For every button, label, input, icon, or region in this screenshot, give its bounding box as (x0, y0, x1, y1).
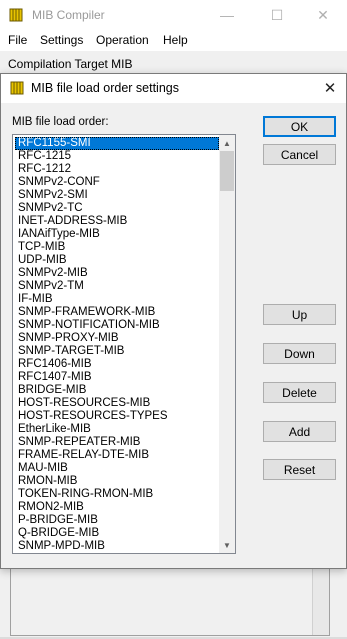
chevron-up-icon: ▲ (223, 138, 231, 148)
cancel-button[interactable]: Cancel (263, 144, 336, 165)
list-item[interactable]: UDP-MIB (15, 254, 219, 267)
down-button[interactable]: Down (263, 343, 336, 364)
reset-button[interactable]: Reset (263, 459, 336, 480)
app-icon (9, 8, 23, 22)
scroll-down-button[interactable]: ▼ (219, 537, 235, 553)
list-item[interactable]: SNMP-PROXY-MIB (15, 332, 219, 345)
list-item[interactable]: RMON-MIB (15, 475, 219, 488)
menu-settings[interactable]: Settings (40, 33, 83, 47)
dialog-title-bar: MIB file load order settings ✕ (1, 74, 346, 103)
list-item[interactable]: SNMP-MPD-MIB (15, 540, 219, 553)
scroll-thumb[interactable] (220, 151, 234, 191)
list-item[interactable]: SNMP-TARGET-MIB (15, 345, 219, 358)
list-item[interactable]: RFC1406-MIB (15, 358, 219, 371)
menu-operation[interactable]: Operation (96, 33, 149, 47)
list-label: MIB file load order: (12, 116, 109, 128)
chevron-down-icon: ▼ (223, 540, 231, 550)
mib-load-order-list[interactable]: RFC1155-SMI RFC-1215 RFC-1212 SNMPv2-CONF SN… (12, 134, 236, 554)
main-title-bar: MIB Compiler — ☐ ✕ (0, 0, 347, 30)
list-item[interactable]: SNMPv2-TC (15, 202, 219, 215)
list-item[interactable]: SNMP-NOTIFICATION-MIB (15, 319, 219, 332)
close-window-button[interactable]: ✕ (303, 3, 343, 27)
window-title: MIB Compiler (32, 8, 105, 22)
menu-bar: File Settings Operation Help (0, 30, 347, 51)
ok-button[interactable]: OK (263, 116, 336, 137)
dialog-icon (10, 81, 24, 95)
list-item[interactable]: P-BRIDGE-MIB (15, 514, 219, 527)
target-panel-scrollbar[interactable] (312, 567, 329, 635)
scroll-up-button[interactable]: ▲ (219, 135, 235, 151)
compilation-target-label: Compilation Target MIB (8, 57, 133, 71)
maximize-button[interactable]: ☐ (257, 3, 297, 27)
list-item[interactable]: SNMPv2-MIB (15, 267, 219, 280)
dialog-title: MIB file load order settings (31, 81, 179, 95)
menu-file[interactable]: File (8, 33, 27, 47)
list-item[interactable]: Q-BRIDGE-MIB (15, 527, 219, 540)
minimize-icon: — (220, 7, 234, 23)
list-item[interactable]: RMON2-MIB (15, 501, 219, 514)
list-item[interactable]: SNMPv2-SMI (15, 189, 219, 202)
close-icon: ✕ (317, 6, 329, 23)
target-mib-panel (10, 567, 330, 636)
list-item[interactable]: IF-MIB (15, 293, 219, 306)
up-button[interactable]: Up (263, 304, 336, 325)
list-item[interactable]: BRIDGE-MIB (15, 384, 219, 397)
add-button[interactable]: Add (263, 421, 336, 442)
close-icon: ✕ (323, 80, 337, 97)
list-item[interactable]: IANAifType-MIB (15, 228, 219, 241)
maximize-icon: ☐ (270, 6, 284, 23)
list-item[interactable]: HOST-RESOURCES-TYPES (15, 410, 219, 423)
list-item[interactable]: SNMP-FRAMEWORK-MIB (15, 306, 219, 319)
dialog-close-button[interactable]: ✕ (318, 77, 342, 99)
list-item[interactable]: MAU-MIB (15, 462, 219, 475)
minimize-button[interactable]: — (207, 3, 247, 27)
list-item[interactable]: SNMPv2-TM (15, 280, 219, 293)
list-item[interactable]: FRAME-RELAY-DTE-MIB (15, 449, 219, 462)
list-item[interactable]: RFC-1212 (15, 163, 219, 176)
list-scrollbar[interactable]: ▲ ▼ (219, 135, 235, 553)
list-item[interactable]: TOKEN-RING-RMON-MIB (15, 488, 219, 501)
list-item[interactable]: RFC1407-MIB (15, 371, 219, 384)
list-item[interactable]: SNMP-REPEATER-MIB (15, 436, 219, 449)
menu-help[interactable]: Help (163, 33, 188, 47)
list-item[interactable]: INET-ADDRESS-MIB (15, 215, 219, 228)
delete-button[interactable]: Delete (263, 382, 336, 403)
list-items: RFC1155-SMI RFC-1215 RFC-1212 SNMPv2-CONF SN… (15, 137, 219, 553)
list-item[interactable]: HOST-RESOURCES-MIB (15, 397, 219, 410)
list-item[interactable]: RFC-1215 (15, 150, 219, 163)
list-item[interactable]: EtherLike-MIB (15, 423, 219, 436)
list-item[interactable]: RFC1155-SMI (15, 137, 219, 150)
list-item[interactable]: TCP-MIB (15, 241, 219, 254)
list-item[interactable]: SNMPv2-CONF (15, 176, 219, 189)
load-order-dialog: MIB file load order settings ✕ MIB file … (0, 73, 347, 569)
